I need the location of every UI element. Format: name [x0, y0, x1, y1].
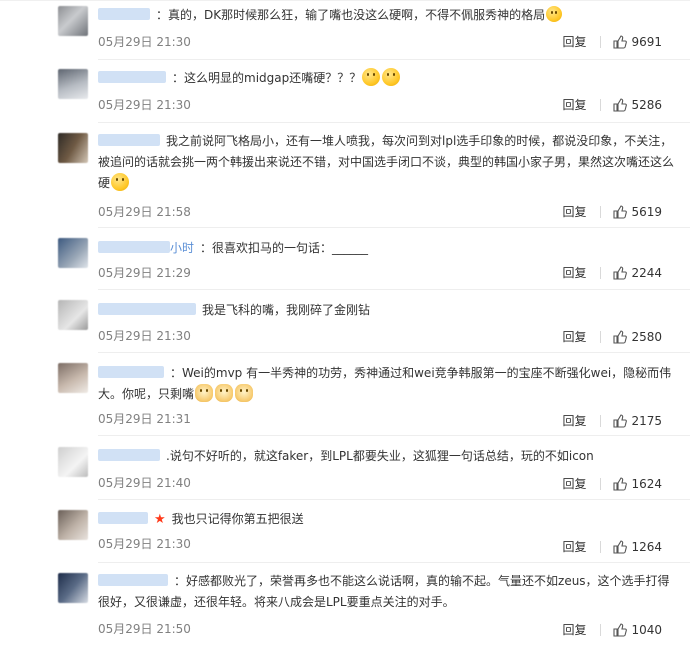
- doge-emoji-icon: [215, 384, 234, 402]
- thumbs-up-icon: [613, 34, 628, 49]
- like-button[interactable]: 1264: [613, 540, 662, 554]
- thumbs-up-icon: [613, 539, 628, 554]
- like-button[interactable]: 2244: [613, 266, 662, 280]
- like-count: 5286: [631, 97, 662, 112]
- thumbs-up-icon: [613, 97, 628, 112]
- like-button[interactable]: 5619: [613, 205, 662, 219]
- thumbs-up-icon: [613, 329, 628, 344]
- avatar[interactable]: [58, 447, 88, 477]
- username[interactable]: [98, 241, 170, 253]
- action-divider: [600, 35, 602, 48]
- comment-text: 真的，DK那时候那么狂，输了嘴也没这么硬啊，不得不佩服秀神的格局: [168, 8, 546, 22]
- like-button[interactable]: 1624: [613, 477, 662, 491]
- thumbs-up-icon: [613, 265, 628, 280]
- reply-button[interactable]: 回复: [562, 328, 586, 345]
- avatar[interactable]: [58, 238, 88, 268]
- reply-button[interactable]: 回复: [562, 538, 586, 555]
- reply-button[interactable]: 回复: [562, 264, 586, 281]
- thumbs-up-icon: [613, 476, 628, 491]
- comment-divider: [98, 289, 690, 290]
- reply-button[interactable]: 回复: [562, 412, 586, 429]
- like-count: 9691: [631, 34, 662, 49]
- avatar[interactable]: [58, 510, 88, 540]
- avatar[interactable]: [58, 133, 88, 163]
- username[interactable]: [98, 134, 160, 146]
- action-divider: [600, 540, 602, 553]
- comment-time: 05月29日 21:40: [98, 476, 191, 490]
- like-button[interactable]: 1040: [613, 623, 662, 637]
- smile-emoji-icon: [546, 6, 563, 22]
- reply-button[interactable]: 回复: [562, 203, 586, 220]
- reply-button[interactable]: 回复: [562, 96, 586, 113]
- avatar[interactable]: [58, 363, 88, 393]
- comment-text: 我是飞科的嘴，我刚碎了金刚钻: [202, 303, 371, 317]
- reply-button[interactable]: 回复: [562, 475, 586, 492]
- username[interactable]: [98, 303, 196, 315]
- action-divider: [600, 205, 602, 218]
- comment-divider: [98, 122, 690, 123]
- reply-button[interactable]: 回复: [562, 33, 586, 50]
- cry-emoji-icon: [382, 68, 401, 86]
- top-divider: [0, 0, 690, 1]
- comment-text: 很喜欢扣马的一句话：______: [212, 241, 369, 255]
- comment-time: 05月29日 21:30: [98, 98, 191, 112]
- smile-emoji-icon: [111, 173, 130, 191]
- like-count: 2580: [631, 329, 662, 344]
- comment-time: 05月29日 21:30: [98, 35, 191, 49]
- comment-text: 我也只记得你第五把很送: [171, 512, 304, 526]
- comment-time: 05月29日 21:31: [98, 412, 191, 426]
- action-divider: [600, 98, 602, 111]
- comment-text: 我之前说阿飞格局小，还有一堆人喷我，每次问到对lpl选手印象的时候，都说没印象，…: [98, 134, 675, 190]
- action-divider: [600, 623, 602, 636]
- username-tail[interactable]: 小时: [170, 241, 194, 255]
- comment-time: 05月29日 21:29: [98, 266, 191, 280]
- comment-divider: [98, 499, 690, 500]
- comment-text: 这么明显的midgap还嘴硬？？？: [184, 71, 362, 85]
- action-divider: [600, 266, 602, 279]
- action-divider: [600, 414, 602, 427]
- avatar[interactable]: [58, 300, 88, 330]
- comment-text: 说句不好听的，就这faker，到LPL都要失业，这狐狸一句话总结，玩的不如ico…: [169, 449, 594, 463]
- action-divider: [600, 330, 602, 343]
- like-count: 2244: [631, 265, 662, 280]
- avatar[interactable]: [58, 6, 88, 36]
- comment-time: 05月29日 21:58: [98, 205, 191, 219]
- like-count: 5619: [631, 204, 662, 219]
- avatar[interactable]: [58, 69, 88, 99]
- username[interactable]: [98, 574, 168, 586]
- like-button[interactable]: 5286: [613, 98, 662, 112]
- comment-time: 05月29日 21:30: [98, 329, 191, 343]
- vip-star-icon: ★: [154, 512, 166, 527]
- username[interactable]: [98, 8, 150, 20]
- like-button[interactable]: 2580: [613, 330, 662, 344]
- reply-button[interactable]: 回复: [562, 621, 586, 638]
- like-count: 1264: [631, 539, 662, 554]
- username[interactable]: [98, 449, 160, 461]
- cry-emoji-icon: [362, 68, 381, 86]
- like-button[interactable]: 9691: [613, 35, 662, 49]
- like-count: 1040: [631, 622, 662, 637]
- comment-divider: [98, 435, 690, 436]
- comment-divider: [98, 352, 690, 353]
- username[interactable]: [98, 512, 148, 524]
- doge-emoji-icon: [235, 384, 254, 402]
- like-count: 1624: [631, 476, 662, 491]
- doge-emoji-icon: [195, 384, 214, 402]
- comment-time: 05月29日 21:50: [98, 622, 191, 636]
- thumbs-up-icon: [613, 204, 628, 219]
- username[interactable]: [98, 71, 166, 83]
- comment-text: Wei的mvp 有一半秀神的功劳，秀神通过和wei竞争韩服第一的宝座不断强化we…: [98, 366, 672, 401]
- username[interactable]: [98, 366, 164, 378]
- comment-divider: [98, 59, 690, 60]
- comment-divider: [98, 227, 690, 228]
- like-button[interactable]: 2175: [613, 414, 662, 428]
- avatar[interactable]: [58, 573, 88, 603]
- comment-divider: [98, 562, 690, 563]
- thumbs-up-icon: [613, 622, 628, 637]
- comment-time: 05月29日 21:30: [98, 537, 191, 551]
- action-divider: [600, 477, 602, 490]
- like-count: 2175: [631, 413, 662, 428]
- thumbs-up-icon: [613, 413, 628, 428]
